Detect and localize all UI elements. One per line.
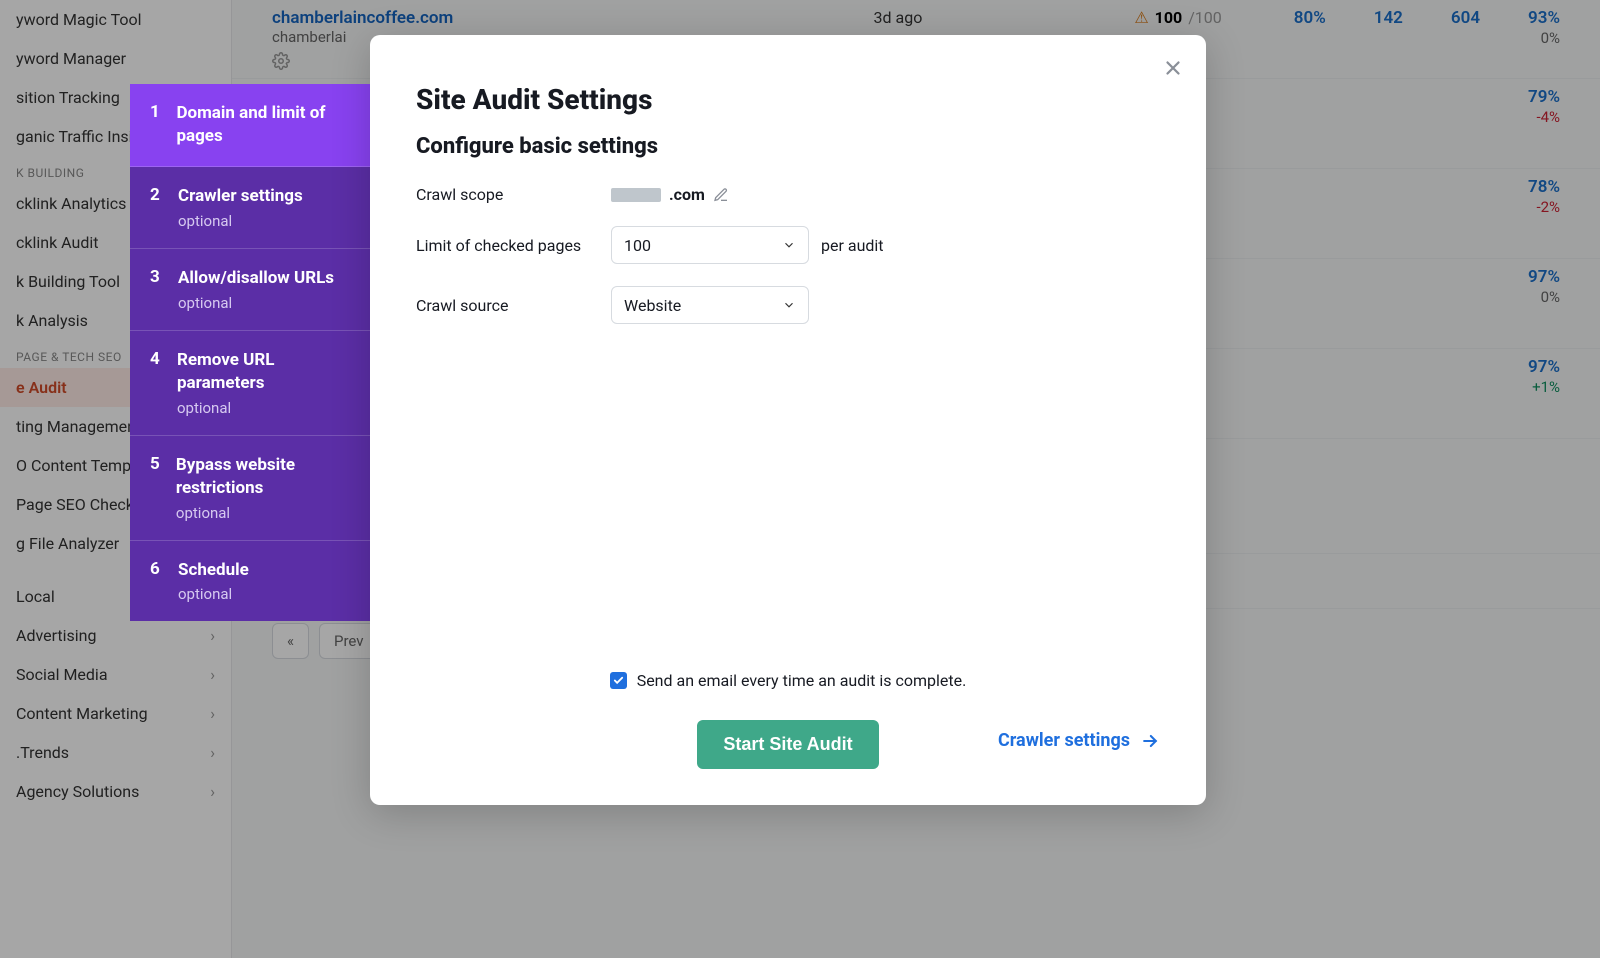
- step-optional: optional: [178, 212, 303, 230]
- step-number: 5: [150, 454, 160, 522]
- checkbox-checked-icon[interactable]: [610, 672, 627, 689]
- metric-delta: 0%: [1541, 29, 1560, 47]
- step-number: 4: [150, 349, 161, 417]
- nav-label: Advertising: [16, 626, 97, 645]
- last-crawl: 3d ago: [874, 8, 923, 27]
- modal-title: Site Audit Settings: [416, 83, 1160, 116]
- edit-icon[interactable]: [713, 187, 729, 203]
- chevron-down-icon: [782, 298, 796, 312]
- nav-label: Content Marketing: [16, 704, 148, 723]
- metric: 97%: [1528, 267, 1560, 287]
- modal-actions: Start Site Audit Crawler settings: [416, 720, 1160, 769]
- step-allow-disallow[interactable]: 3 Allow/disallow URLs optional: [130, 249, 370, 331]
- settings-stepper: 1 Domain and limit of pages 2 Crawler se…: [130, 84, 370, 621]
- step-number: 1: [150, 102, 160, 148]
- domain-suffix: .com: [669, 185, 705, 204]
- field-label: Limit of checked pages: [416, 236, 611, 255]
- crawler-settings-link[interactable]: Crawler settings: [998, 730, 1160, 751]
- arrow-right-icon: [1140, 731, 1160, 751]
- metric: 142: [1374, 8, 1403, 48]
- nav-label: .Trends: [16, 743, 69, 762]
- step-label: Remove URL parameters: [177, 350, 274, 393]
- link-label: Crawler settings: [998, 730, 1130, 751]
- step-number: 6: [150, 559, 162, 604]
- metric: 97%: [1528, 357, 1560, 377]
- step-optional: optional: [178, 585, 249, 603]
- score-total: /100: [1188, 8, 1222, 27]
- step-optional: optional: [178, 294, 334, 312]
- email-checkbox-row[interactable]: Send an email every time an audit is com…: [416, 671, 1160, 690]
- field-label: Crawl scope: [416, 185, 611, 204]
- site-audit-settings-modal: Site Audit Settings Configure basic sett…: [370, 35, 1206, 805]
- metric: 80%: [1294, 8, 1326, 48]
- step-optional: optional: [176, 504, 350, 522]
- metric-delta: -2%: [1536, 198, 1560, 216]
- step-domain-limit[interactable]: 1 Domain and limit of pages: [130, 84, 370, 167]
- start-site-audit-button[interactable]: Start Site Audit: [697, 720, 878, 769]
- redacted-domain: [611, 188, 661, 202]
- nav-item[interactable]: yword Magic Tool: [0, 0, 231, 39]
- step-label: Crawler settings: [178, 186, 303, 206]
- score-value: 100: [1155, 8, 1183, 27]
- step-crawler-settings[interactable]: 2 Crawler settings optional: [130, 167, 370, 249]
- step-optional: optional: [177, 399, 350, 417]
- field-label: Crawl source: [416, 296, 611, 315]
- metric: 604: [1451, 8, 1480, 48]
- field-crawl-scope: Crawl scope .com: [416, 185, 1160, 204]
- field-suffix: per audit: [821, 236, 884, 255]
- step-label: Domain and limit of pages: [176, 103, 325, 146]
- modal-container: 1 Domain and limit of pages 2 Crawler se…: [130, 84, 1206, 805]
- metric: 93%: [1528, 8, 1560, 28]
- domain-link[interactable]: chamberlaincoffee.com: [272, 8, 453, 28]
- step-number: 3: [150, 267, 162, 312]
- metric-delta: -4%: [1536, 108, 1560, 126]
- field-limit-pages: Limit of checked pages 100 per audit: [416, 226, 1160, 264]
- warning-icon: ⚠: [1134, 8, 1148, 27]
- source-select[interactable]: Website: [611, 286, 809, 324]
- checkbox-label: Send an email every time an audit is com…: [637, 671, 967, 690]
- select-value: 100: [624, 236, 651, 255]
- nav-item[interactable]: yword Manager: [0, 39, 231, 78]
- select-value: Website: [624, 296, 681, 315]
- metric: 79%: [1528, 87, 1560, 107]
- limit-select[interactable]: 100: [611, 226, 809, 264]
- metric-delta: +1%: [1532, 378, 1560, 396]
- nav-label: Social Media: [16, 665, 108, 684]
- step-schedule[interactable]: 6 Schedule optional: [130, 541, 370, 622]
- step-number: 2: [150, 185, 162, 230]
- modal-footer: Send an email every time an audit is com…: [370, 671, 1206, 769]
- close-button[interactable]: [1162, 57, 1184, 79]
- metric: 78%: [1528, 177, 1560, 197]
- chevron-down-icon: [782, 238, 796, 252]
- nav-label: Local: [16, 587, 55, 606]
- modal-subtitle: Configure basic settings: [416, 134, 1160, 159]
- step-label: Allow/disallow URLs: [178, 268, 334, 288]
- step-remove-params[interactable]: 4 Remove URL parameters optional: [130, 331, 370, 436]
- step-label: Bypass website restrictions: [176, 455, 295, 498]
- field-crawl-source: Crawl source Website: [416, 286, 1160, 324]
- metric-delta: 0%: [1541, 288, 1560, 306]
- step-label: Schedule: [178, 560, 249, 580]
- step-bypass[interactable]: 5 Bypass website restrictions optional: [130, 436, 370, 541]
- nav-label: Agency Solutions: [16, 782, 139, 801]
